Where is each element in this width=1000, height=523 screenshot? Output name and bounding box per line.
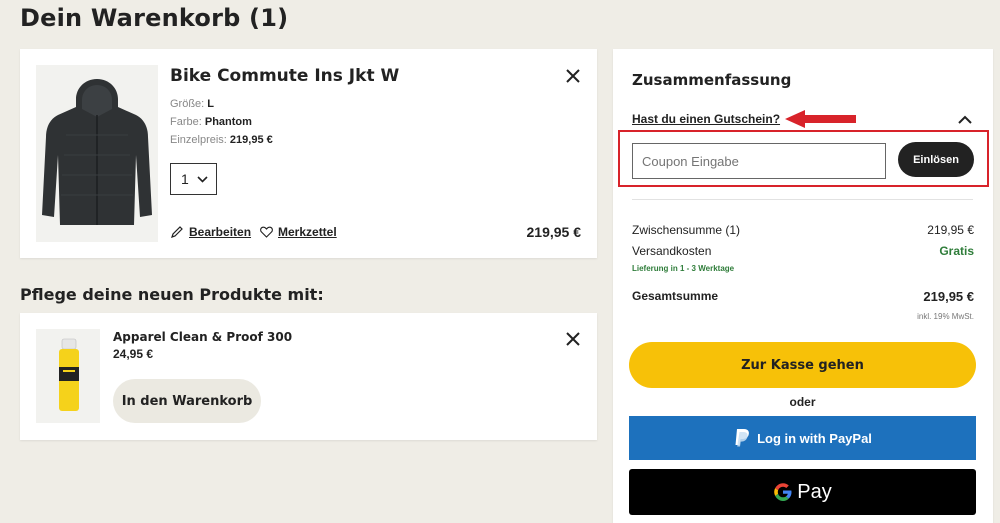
- wishlist-button[interactable]: Merkzettel: [260, 225, 337, 239]
- shipping-label: Versandkosten: [632, 244, 712, 258]
- google-pay-button[interactable]: Pay: [629, 469, 976, 515]
- or-separator: oder: [789, 395, 816, 409]
- summary-divider: [632, 199, 973, 200]
- wishlist-label: Merkzettel: [278, 225, 337, 239]
- edit-button[interactable]: Bearbeiten: [170, 225, 251, 239]
- delivery-time: Lieferung in 1 - 3 Werktage: [632, 264, 735, 273]
- subtotal-value: 219,95 €: [927, 223, 974, 237]
- add-to-cart-button[interactable]: In den Warenkorb: [113, 379, 261, 423]
- quantity-select[interactable]: 1: [170, 163, 217, 195]
- redeem-button[interactable]: Einlösen: [898, 142, 974, 177]
- paypal-label: Log in with PayPal: [757, 430, 872, 446]
- chevron-down-icon: [197, 175, 208, 183]
- care-product-image[interactable]: [36, 329, 100, 423]
- edit-label: Bearbeiten: [189, 225, 252, 239]
- paypal-icon: [735, 429, 749, 447]
- remove-item-close-icon[interactable]: [565, 66, 581, 88]
- item-total-price: 219,95 €: [526, 224, 582, 240]
- total-label: Gesamtsumme: [632, 289, 719, 303]
- product-image[interactable]: [36, 65, 158, 242]
- care-product-price: 24,95 €: [113, 347, 154, 361]
- google-pay-label: Pay: [797, 480, 832, 503]
- size-label: Größe:: [170, 98, 205, 110]
- chevron-up-icon[interactable]: [958, 111, 972, 129]
- summary-title: Zusammenfassung: [632, 71, 792, 89]
- care-product-card: Apparel Clean & Proof 300 24,95 € In den…: [20, 313, 597, 440]
- care-product-name[interactable]: Apparel Clean & Proof 300: [113, 330, 292, 344]
- unit-price-value: 219,95 €: [229, 134, 273, 146]
- care-heading: Pflege deine neuen Produkte mit:: [20, 285, 324, 304]
- cart-item-card: Bike Commute Ins Jkt W Größe: L Farbe: P…: [20, 49, 597, 258]
- unit-price-attribute: Einzelpreis: 219,95 €: [170, 134, 273, 146]
- color-attribute: Farbe: Phantom: [170, 116, 252, 128]
- total-value: 219,95 €: [923, 289, 974, 304]
- pencil-icon: [171, 226, 183, 238]
- color-label: Farbe:: [170, 116, 202, 128]
- unit-price-label: Einzelpreis:: [170, 134, 227, 146]
- paypal-button[interactable]: Log in with PayPal: [629, 416, 976, 460]
- size-attribute: Größe: L: [170, 98, 214, 110]
- color-value: Phantom: [204, 116, 252, 128]
- vat-note: inkl. 19% MwSt.: [917, 312, 974, 321]
- subtotal-label: Zwischensumme (1): [632, 223, 741, 237]
- size-value: L: [207, 98, 215, 110]
- heart-icon: [260, 226, 273, 238]
- google-g-icon: [774, 483, 792, 501]
- quantity-value: 1: [181, 171, 189, 187]
- page-title: Dein Warenkorb (1): [20, 4, 289, 32]
- dismiss-care-close-icon[interactable]: [565, 329, 581, 351]
- shipping-value: Gratis: [939, 244, 974, 258]
- coupon-input[interactable]: [632, 143, 886, 179]
- product-name[interactable]: Bike Commute Ins Jkt W: [170, 66, 399, 86]
- voucher-toggle-link[interactable]: Hast du einen Gutschein?: [632, 112, 780, 126]
- checkout-button[interactable]: Zur Kasse gehen: [629, 342, 976, 388]
